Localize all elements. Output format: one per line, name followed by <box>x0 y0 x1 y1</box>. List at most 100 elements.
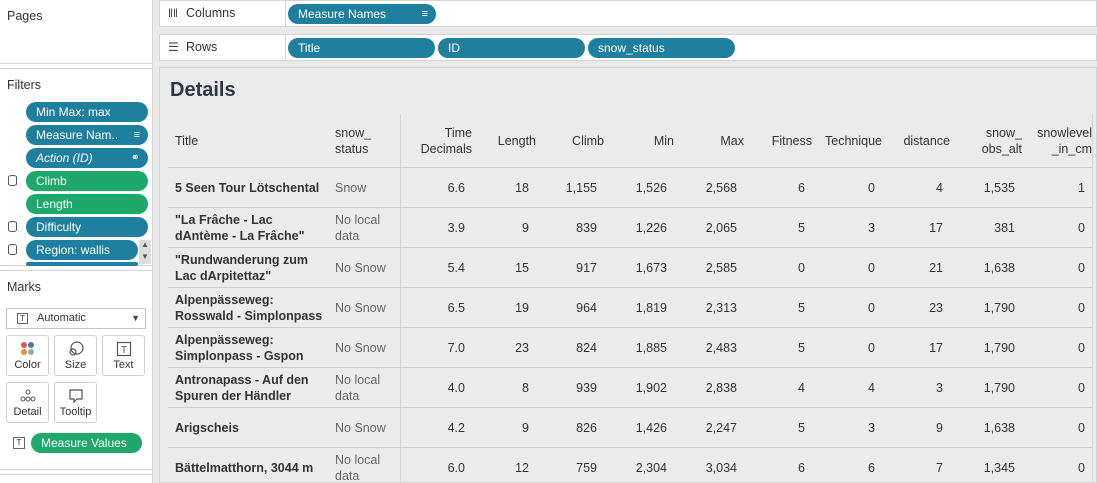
row-value: 6.6 <box>447 181 465 195</box>
row-value: 1 <box>1078 181 1085 195</box>
filter-pill-length[interactable]: Length <box>26 194 148 214</box>
row-value: 0 <box>1078 261 1085 275</box>
filters-title: Filters <box>7 78 42 92</box>
color-button[interactable]: Color <box>6 335 49 376</box>
row-title: 5 Seen Tour Lötschental <box>175 181 320 195</box>
column-header[interactable]: distance <box>889 133 950 149</box>
rows-icon: ☰ <box>168 40 179 54</box>
row-value: 21 <box>929 261 943 275</box>
column-header[interactable]: snow_ obs_alt <box>957 125 1022 157</box>
row-snow-status: Snow <box>335 181 367 195</box>
filter-pill-measure-names[interactable]: Measure Nam.. ≡ <box>26 125 148 145</box>
filter-pill-min-max[interactable]: Min Max: max <box>26 102 148 122</box>
row-value: 3 <box>936 381 943 395</box>
worksheet-view: Details Title snow_ status Time Decimals Le… <box>159 67 1097 483</box>
row-value: 6 <box>798 461 805 475</box>
mark-type-dropdown[interactable]: T Automatic ▼ <box>6 308 146 329</box>
text-button[interactable]: T Text <box>102 335 145 376</box>
row-value: 0 <box>868 181 875 195</box>
header-row: Title snow_ status Time Decimals Length Clim… <box>168 114 1092 168</box>
row-value: 964 <box>576 301 597 315</box>
scroll-down-icon[interactable]: ▼ <box>141 252 149 261</box>
tooltip-button[interactable]: Tooltip <box>54 382 97 423</box>
row-value: 23 <box>929 301 943 315</box>
row-value: 381 <box>994 221 1015 235</box>
text-mark-icon: T <box>17 313 28 324</box>
filter-pill-difficulty[interactable]: Difficulty <box>26 217 148 237</box>
row-value: 3.9 <box>447 221 465 235</box>
row-value: 2,568 <box>705 181 737 195</box>
column-header[interactable]: Length <box>479 133 536 149</box>
row-value: 4.0 <box>447 381 465 395</box>
svg-text:T: T <box>120 345 126 356</box>
row-value: 7.0 <box>447 341 465 355</box>
row-value: 17 <box>929 341 943 355</box>
filter-pill-action-id[interactable]: Action (ID) ⚭ <box>26 148 148 168</box>
row-value: 1,638 <box>983 421 1015 435</box>
column-header[interactable]: Technique <box>819 133 882 149</box>
row-value: 5 <box>798 421 805 435</box>
filter-pill-region[interactable]: Region: wallis <box>26 240 138 260</box>
table-row[interactable]: Bättelmatthorn, 3044 m No local data 6.0 12… <box>168 448 1092 482</box>
bottom-card-edge <box>0 474 153 483</box>
column-header[interactable]: Fitness <box>751 133 812 149</box>
column-header[interactable]: Climb <box>543 133 604 149</box>
row-value: 1,790 <box>983 301 1015 315</box>
pages-title: Pages <box>7 9 43 23</box>
row-value: 3 <box>868 421 875 435</box>
measure-values-pill[interactable]: Measure Values <box>31 433 142 453</box>
row-value: 759 <box>576 461 597 475</box>
rows-shelf[interactable]: ☰ Rows Title ID snow_status <box>159 34 1097 61</box>
column-header[interactable]: snow_ status <box>335 125 393 157</box>
table-row[interactable]: Alpenpässeweg: Rosswald - Simplonpass No … <box>168 288 1092 328</box>
marks-title: Marks <box>7 280 42 294</box>
filters-scrollbar[interactable]: ▲ ▼ <box>139 240 151 264</box>
table-row[interactable]: Alpenpässeweg: Simplonpass - Gspon No Sno… <box>168 328 1092 368</box>
row-snow-status: No Snow <box>335 341 386 355</box>
row-snow-status: No Snow <box>335 421 386 435</box>
row-value: 2,247 <box>705 421 737 435</box>
detail-icon <box>7 388 48 404</box>
row-value: 917 <box>576 261 597 275</box>
row-value: 2,838 <box>705 381 737 395</box>
row-value: 824 <box>576 341 597 355</box>
column-header[interactable]: Min <box>611 133 674 149</box>
column-header[interactable]: Title <box>175 133 321 149</box>
pages-card: Pages <box>0 0 153 64</box>
filter-pill-climb[interactable]: Climb <box>26 171 148 191</box>
row-pill-title[interactable]: Title <box>288 38 435 58</box>
table-row[interactable]: "La Frâche - Lac dAntème - La Frâche" No … <box>168 208 1092 248</box>
row-value: 0 <box>868 261 875 275</box>
table-row[interactable]: Arigscheis No Snow 4.2 9 826 1,426 2,247 5 3 9 1,6… <box>168 408 1092 448</box>
row-value: 1,426 <box>635 421 667 435</box>
row-title: Antronapass - Auf den Spuren der Händler <box>175 373 309 403</box>
columns-shelf-label: ‖‖ Columns <box>160 1 286 26</box>
row-value: 19 <box>515 301 529 315</box>
column-header[interactable]: Time Decimals <box>407 125 472 157</box>
row-pill-id[interactable]: ID <box>438 38 585 58</box>
columns-shelf[interactable]: ‖‖ Columns Measure Names ≡ <box>159 0 1097 27</box>
row-pill-snow-status[interactable]: snow_status <box>588 38 735 58</box>
row-value: 23 <box>515 341 529 355</box>
table-row[interactable]: "Rundwanderung zum Lac dArpitettaz" No Sn… <box>168 248 1092 288</box>
row-value: 2,313 <box>705 301 737 315</box>
table-row[interactable]: 5 Seen Tour Lötschental Snow 6.6 18 1,155 1,5… <box>168 168 1092 208</box>
row-value: 6 <box>868 461 875 475</box>
row-value: 0 <box>1078 461 1085 475</box>
scroll-up-icon[interactable]: ▲ <box>141 240 149 249</box>
row-value: 1,673 <box>635 261 667 275</box>
detail-button[interactable]: Detail <box>6 382 49 423</box>
row-value: 4 <box>798 381 805 395</box>
size-button[interactable]: Size <box>54 335 97 376</box>
row-value: 939 <box>576 381 597 395</box>
row-value: 6.5 <box>447 301 465 315</box>
row-value: 1,345 <box>983 461 1015 475</box>
row-value: 1,819 <box>635 301 667 315</box>
row-value: 0 <box>798 261 805 275</box>
column-pill-measure-names[interactable]: Measure Names ≡ <box>288 4 436 24</box>
column-header[interactable]: Max <box>681 133 744 149</box>
row-value: 12 <box>515 461 529 475</box>
table-row[interactable]: Antronapass - Auf den Spuren der Händler… <box>168 368 1092 408</box>
database-icon <box>8 221 17 232</box>
column-header[interactable]: snowlevel _in_cm <box>1029 125 1092 157</box>
